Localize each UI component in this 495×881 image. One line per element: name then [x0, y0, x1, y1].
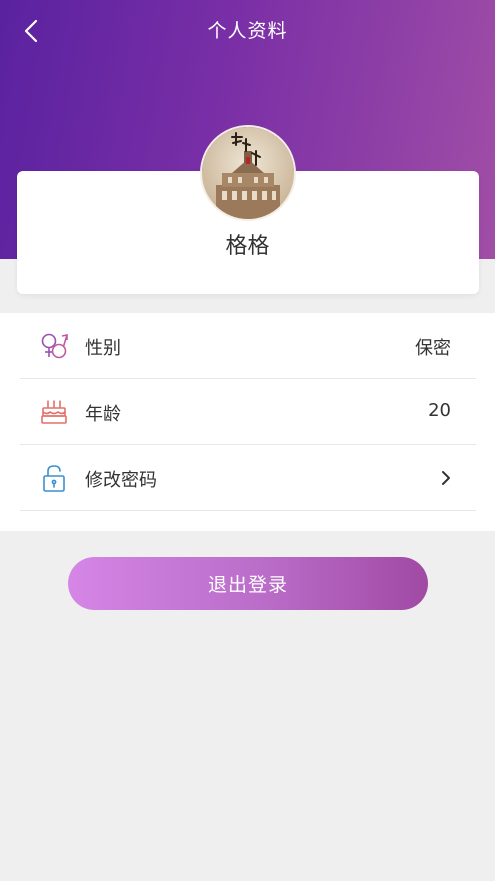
gender-icon	[38, 330, 70, 362]
avatar[interactable]	[200, 125, 296, 221]
birthday-cake-icon	[38, 396, 70, 428]
username: 格格	[225, 234, 270, 259]
chevron-right-icon	[442, 471, 450, 485]
list-item-label: 修改密码	[85, 470, 157, 491]
list-item-age[interactable]: 年龄 20	[20, 379, 476, 445]
logout-button[interactable]: 退出登录	[68, 557, 428, 610]
avatar-image	[202, 127, 294, 219]
profile-info-list: 性别 保密 年龄 20 修改密码	[0, 313, 495, 531]
list-item-gender[interactable]: 性别 保密	[20, 313, 476, 379]
navigation-bar: 个人资料	[0, 0, 495, 62]
lock-icon	[38, 462, 70, 494]
age-value: 20	[428, 400, 451, 421]
list-item-label: 年龄	[85, 404, 121, 425]
list-item-change-password[interactable]: 修改密码	[20, 445, 476, 511]
list-item-label: 性别	[85, 338, 121, 359]
gender-value: 保密	[415, 338, 451, 359]
page-title: 个人资料	[207, 20, 288, 42]
